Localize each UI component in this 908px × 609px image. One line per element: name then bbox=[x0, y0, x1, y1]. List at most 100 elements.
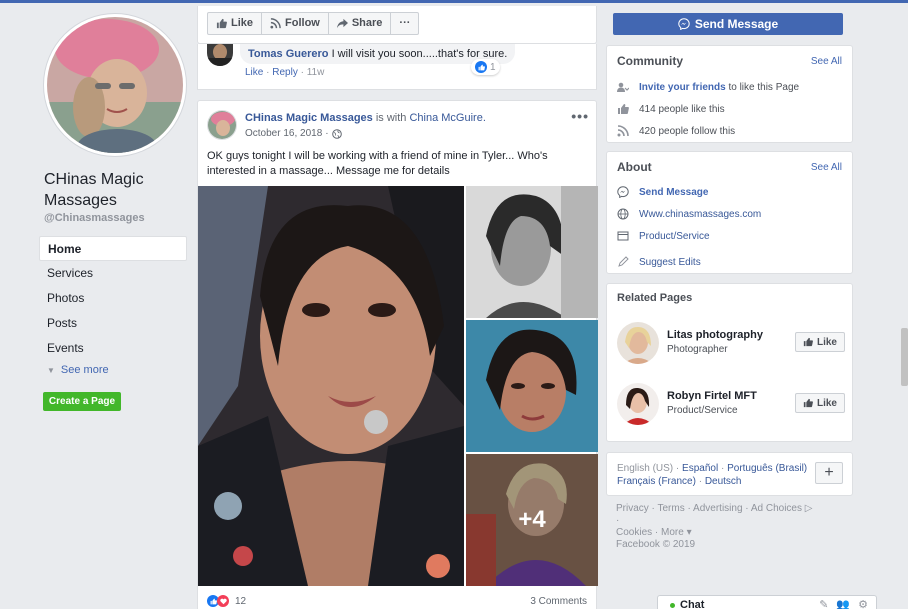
footer-line-2[interactable]: Cookies · More ▾ bbox=[616, 527, 816, 539]
online-status-dot bbox=[670, 603, 675, 608]
share-arrow-icon bbox=[336, 18, 348, 29]
post-photo-2[interactable] bbox=[466, 186, 598, 318]
share-label: Share bbox=[351, 17, 383, 29]
comment-like-link[interactable]: Like bbox=[245, 67, 263, 78]
follow-label: Follow bbox=[285, 17, 320, 29]
about-message-row: Send Message bbox=[617, 186, 708, 198]
about-website-row: Www.chinasmassages.com bbox=[617, 208, 761, 220]
post-body-text: OK guys tonight I will be working with a… bbox=[207, 150, 548, 177]
like-label: Like bbox=[231, 17, 254, 29]
page-title[interactable]: CHinas Magic Massages bbox=[44, 169, 189, 211]
comment-reaction-number: 1 bbox=[490, 61, 496, 73]
about-website-link[interactable]: Www.chinasmassages.com bbox=[639, 209, 761, 220]
send-message-button[interactable]: Send Message bbox=[613, 13, 843, 35]
invite-friends-row: Invite your friends to like this Page bbox=[617, 81, 799, 93]
about-card: About See All Send Message Www.chinasmas… bbox=[606, 151, 853, 274]
about-send-message-link[interactable]: Send Message bbox=[639, 187, 708, 198]
post-photo-main-image bbox=[198, 186, 464, 586]
likes-count-text: 414 people like this bbox=[639, 103, 725, 115]
share-page-button[interactable]: Share bbox=[329, 13, 392, 34]
more-photos-count[interactable]: +4 bbox=[466, 454, 598, 586]
related-like-label: Like bbox=[816, 397, 837, 409]
post-photo-3-image bbox=[466, 320, 598, 452]
see-more-label: See more bbox=[60, 364, 109, 376]
related-page-like-button[interactable]: Like bbox=[794, 332, 845, 352]
nav-item-home[interactable]: Home bbox=[39, 236, 187, 261]
profile-picture[interactable] bbox=[44, 14, 186, 156]
invite-friends-link[interactable]: Invite your friends bbox=[639, 82, 726, 93]
post-photo-main[interactable] bbox=[198, 186, 464, 586]
more-languages-button[interactable]: + bbox=[815, 462, 843, 484]
about-category-link[interactable]: Product/Service bbox=[639, 231, 710, 242]
page-handle[interactable]: @Chinasmassages bbox=[44, 212, 145, 224]
community-card: Community See All Invite your friends to… bbox=[606, 45, 853, 143]
category-box-icon bbox=[617, 231, 629, 241]
nav-item-services[interactable]: Services bbox=[39, 261, 187, 286]
follows-row: 420 people follow this bbox=[617, 125, 735, 137]
nav-see-more[interactable]: ▼ See more bbox=[39, 361, 187, 380]
like-page-button[interactable]: Like bbox=[208, 13, 263, 34]
post-author-name[interactable]: CHinas Magic Massages bbox=[245, 112, 373, 124]
comments-count[interactable]: 3 Comments bbox=[530, 596, 587, 607]
love-reaction-icon bbox=[217, 595, 229, 607]
post-card: CHinas Magic Massages is with China McGu… bbox=[197, 100, 598, 609]
messenger-icon bbox=[678, 18, 690, 30]
language-card: English (US) · Español · Português (Bras… bbox=[606, 452, 853, 496]
language-option[interactable]: Español bbox=[682, 463, 718, 474]
comment-age[interactable]: 11w bbox=[307, 67, 325, 78]
gear-icon[interactable]: ⚙ bbox=[858, 598, 868, 609]
top-comment: Tomas Guerero I will visit you soon.....… bbox=[197, 44, 597, 90]
page-action-bar: Like Follow Share ··· bbox=[197, 6, 597, 44]
group-chat-icon[interactable]: 👥 bbox=[836, 598, 850, 609]
post-tagged-person[interactable]: China McGuire. bbox=[409, 112, 485, 124]
chat-bar[interactable]: Chat ✎ 👥 ⚙ bbox=[657, 595, 877, 609]
pencil-icon bbox=[618, 256, 629, 267]
related-page-avatar[interactable] bbox=[617, 383, 659, 425]
follow-page-button[interactable]: Follow bbox=[262, 13, 329, 34]
comment-reply-link[interactable]: Reply bbox=[272, 67, 298, 78]
post-reactions[interactable]: 12 bbox=[207, 595, 246, 607]
related-page-avatar[interactable] bbox=[617, 322, 659, 364]
post-author-photo bbox=[208, 111, 236, 139]
nav-item-events[interactable]: Events bbox=[39, 336, 187, 361]
rss-icon bbox=[617, 125, 629, 137]
nav-item-photos[interactable]: Photos bbox=[39, 286, 187, 311]
related-page-name[interactable]: Robyn Firtel MFT bbox=[667, 390, 757, 402]
public-globe-icon bbox=[331, 128, 342, 139]
comment-author[interactable]: Tomas Guerero bbox=[248, 48, 329, 60]
about-see-all[interactable]: See All bbox=[811, 162, 842, 173]
post-author-avatar[interactable] bbox=[207, 110, 237, 140]
compose-icon[interactable]: ✎ bbox=[819, 598, 828, 609]
thumbs-up-icon bbox=[803, 398, 813, 408]
more-options-button[interactable]: ··· bbox=[391, 13, 418, 34]
page-nav: Home Services Photos Posts Events ▼ See m… bbox=[39, 236, 187, 380]
post-with-text: is with bbox=[375, 112, 407, 124]
create-page-button[interactable]: Create a Page bbox=[43, 392, 121, 411]
language-option[interactable]: Português (Brasil) bbox=[727, 463, 807, 474]
language-option[interactable]: Deutsch bbox=[705, 476, 742, 487]
post-photo-4[interactable]: +4 bbox=[466, 454, 598, 586]
post-date[interactable]: October 16, 2018 bbox=[245, 128, 322, 139]
related-page-like-button[interactable]: Like bbox=[794, 393, 845, 413]
footer-line-1[interactable]: Privacy · Terms · Advertising · Ad Choic… bbox=[616, 503, 816, 527]
nav-item-posts[interactable]: Posts bbox=[39, 311, 187, 336]
related-pages-title: Related Pages bbox=[617, 292, 693, 304]
comment-meta: Like · Reply · 11w bbox=[245, 67, 325, 78]
comment-reaction-count[interactable]: 1 bbox=[471, 59, 500, 75]
commenter-avatar[interactable] bbox=[207, 44, 233, 66]
language-option[interactable]: Français (France) bbox=[617, 476, 696, 487]
like-reaction-icon bbox=[475, 61, 487, 73]
post-options-menu[interactable]: ••• bbox=[571, 108, 589, 124]
action-button-group: Like Follow Share ··· bbox=[207, 12, 420, 35]
page-scrollbar[interactable] bbox=[901, 328, 908, 386]
post-photo-3[interactable] bbox=[466, 320, 598, 452]
community-see-all[interactable]: See All bbox=[811, 56, 842, 67]
related-page-photo bbox=[617, 322, 659, 364]
language-list: English (US) · Español · Português (Bras… bbox=[617, 462, 812, 488]
related-page-name[interactable]: Litas photography bbox=[667, 329, 763, 341]
suggest-edits-link[interactable]: Suggest Edits bbox=[639, 257, 701, 268]
related-page-item: Litas photography Photographer Like bbox=[617, 322, 845, 364]
rss-icon bbox=[270, 18, 281, 29]
about-title: About bbox=[617, 160, 652, 174]
language-separator: · bbox=[675, 463, 680, 474]
